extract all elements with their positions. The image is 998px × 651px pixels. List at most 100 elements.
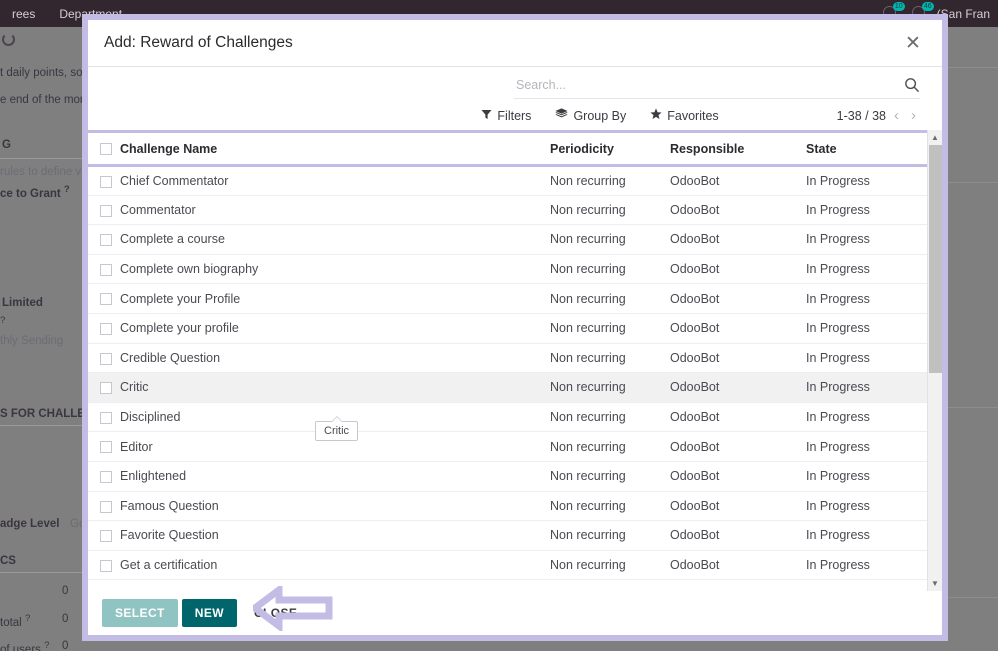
previous-page-icon[interactable]: ‹ [890,108,903,123]
row-checkbox[interactable] [100,441,112,454]
row-checkbox[interactable] [100,234,112,247]
cell-responsible: OdooBot [670,402,806,433]
column-header-state[interactable]: State [806,130,926,167]
table-row[interactable]: Complete your profile Non recurring OdooBo… [88,313,942,344]
pager: 1-38 / 38 ‹ › [837,108,920,123]
cell-periodicity: Non recurring [550,313,670,344]
cell-periodicity: Non recurring [550,372,670,403]
select-all-checkbox[interactable] [100,143,112,156]
cell-periodicity: Non recurring [550,520,670,551]
add-reward-of-challenges-dialog: Add: Reward of Challenges ✕ Search... Fi… [82,14,948,641]
row-checkbox[interactable] [100,352,112,365]
row-select-cell[interactable] [88,431,120,462]
table-row[interactable]: Famous Question Non recurring OdooBot In Pr… [88,491,942,522]
table-body: Chief Commentator Non recurring OdooBot In … [88,165,942,581]
bg-text-6: adge Level [0,518,60,530]
row-checkbox[interactable] [100,559,112,572]
row-checkbox[interactable] [100,175,112,188]
row-checkbox[interactable] [100,322,112,335]
dialog-title: Add: Reward of Challenges [104,34,293,51]
background-form-left: G rules to define v ce to Grant ? Limite… [0,27,102,651]
row-select-cell[interactable] [88,165,120,196]
table-row[interactable]: Complete own biography Non recurring OdooB… [88,254,942,285]
search-icon[interactable] [904,77,920,93]
cell-challenge-name: Get a certification [120,550,550,581]
cell-periodicity: Non recurring [550,550,670,581]
row-checkbox[interactable] [100,293,112,306]
table-row[interactable]: Favorite Question Non recurring OdooBot In … [88,520,942,551]
search-bar[interactable] [514,76,920,99]
cell-state: In Progress [806,283,926,314]
bg-rule-1 [0,425,95,426]
table-head: Challenge Name Periodicity Responsible S… [88,130,942,167]
cell-periodicity: Non recurring [550,402,670,433]
row-select-cell[interactable] [88,343,120,374]
select-button[interactable]: SELECT [102,599,178,627]
row-select-cell[interactable] [88,520,120,551]
cell-state: In Progress [806,195,926,226]
row-checkbox[interactable] [100,263,112,276]
cell-challenge-name: Complete your Profile [120,283,550,314]
table-row[interactable]: Get a certification Non recurring OdooBot I… [88,550,942,581]
table-row[interactable]: Complete your Profile Non recurring OdooBo… [88,283,942,314]
filter-icon [481,109,492,123]
cell-responsible: OdooBot [670,491,806,522]
column-header-responsible[interactable]: Responsible [670,130,806,167]
row-checkbox[interactable] [100,411,112,424]
filters-button[interactable]: Filters [469,109,543,123]
table-row[interactable]: Chief Commentator Non recurring OdooBot In … [88,165,942,196]
cell-periodicity: Non recurring [550,224,670,255]
row-select-cell[interactable] [88,254,120,285]
list-scrollbar[interactable]: ▲ ▼ [927,130,942,591]
scrollbar-thumb[interactable] [928,145,942,374]
table-header-row: Challenge Name Periodicity Responsible S… [88,130,942,167]
row-select-cell[interactable] [88,313,120,344]
bg-value-0: 0 [62,585,69,597]
row-checkbox[interactable] [100,470,112,483]
row-select-cell[interactable] [88,224,120,255]
table-row[interactable]: Critic Non recurring OdooBot In Progress [88,372,942,403]
table-row[interactable]: Credible Question Non recurring OdooBot In … [88,343,942,374]
next-page-icon[interactable]: › [907,108,920,123]
table-row[interactable]: Disciplined Non recurring OdooBot In Progre… [88,402,942,433]
cell-responsible: OdooBot [670,343,806,374]
group-by-button[interactable]: Group By [543,108,638,123]
search-input[interactable] [514,76,904,94]
dialog-header: Add: Reward of Challenges ✕ [88,20,942,67]
row-select-cell[interactable] [88,491,120,522]
bg-text-9: total ? [0,613,31,629]
cell-responsible: OdooBot [670,520,806,551]
table-row[interactable]: Complete a course Non recurring OdooBot In … [88,224,942,255]
cell-state: In Progress [806,520,926,551]
favorites-button[interactable]: Favorites [638,108,730,123]
table-row[interactable]: Commentator Non recurring OdooBot In Progre… [88,195,942,226]
row-select-cell[interactable] [88,461,120,492]
column-header-challenge-name[interactable]: Challenge Name [120,130,550,167]
row-checkbox[interactable] [100,530,112,543]
control-panel: Filters Group By [88,67,942,130]
bg-text-1: rules to define v [0,166,82,178]
scrollbar-track[interactable] [928,145,943,576]
cell-responsible: OdooBot [670,195,806,226]
table-row[interactable]: Editor Non recurring OdooBot In Progress [88,431,942,462]
select-all-header[interactable] [88,130,120,167]
table-row[interactable]: Enlightened Non recurring OdooBot In Progre… [88,461,942,492]
scroll-down-icon[interactable]: ▼ [928,576,943,591]
row-checkbox[interactable] [100,204,112,217]
row-select-cell[interactable] [88,372,120,403]
filters-label: Filters [497,108,532,123]
row-select-cell[interactable] [88,402,120,433]
scroll-up-icon[interactable]: ▲ [928,130,943,145]
row-checkbox[interactable] [100,382,112,395]
layers-icon [555,108,569,123]
row-select-cell[interactable] [88,283,120,314]
row-select-cell[interactable] [88,195,120,226]
bg-text-help: ? [0,315,6,326]
column-header-periodicity[interactable]: Periodicity [550,130,670,167]
row-checkbox[interactable] [100,500,112,513]
favorites-label: Favorites [667,108,719,123]
navbar-item-employees[interactable]: rees [0,7,47,21]
close-icon[interactable]: ✕ [900,30,926,56]
new-button[interactable]: NEW [181,599,237,627]
row-select-cell[interactable] [88,550,120,581]
